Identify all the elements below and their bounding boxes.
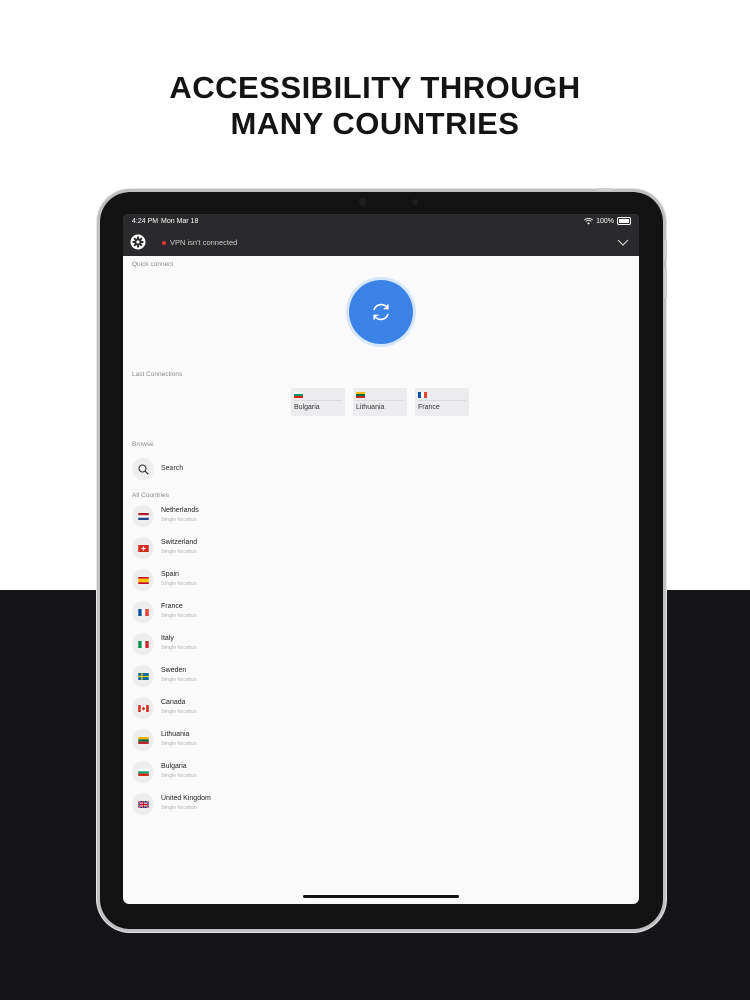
search-label: Search — [161, 465, 184, 472]
search-icon-circle — [132, 458, 154, 480]
lithuania-flag-icon — [137, 736, 149, 744]
country-subtitle: Single location — [161, 709, 197, 715]
flag-circle — [132, 761, 154, 783]
country-item-bulgaria[interactable]: Bulgaria Single location — [132, 759, 432, 785]
country-item-canada[interactable]: Canada Single location — [132, 695, 432, 721]
united-kingdom-flag-icon — [137, 800, 149, 808]
country-name: France — [161, 603, 183, 610]
recent-connection-france[interactable]: France — [415, 388, 469, 416]
country-item-sweden[interactable]: Sweden Single location — [132, 663, 432, 689]
flag-circle — [132, 537, 154, 559]
sensor — [412, 199, 418, 205]
spain-flag-icon — [137, 576, 149, 584]
wifi-icon — [584, 217, 594, 225]
country-item-netherlands[interactable]: Netherlands Single location — [132, 503, 432, 529]
gear-icon[interactable] — [130, 234, 146, 250]
browse-label: Browse — [132, 441, 154, 448]
country-subtitle: Single location — [161, 613, 197, 619]
promo-headline: ACCESSIBILITY THROUGH MANY COUNTRIES — [0, 70, 750, 142]
country-name: Italy — [161, 635, 174, 642]
netherlands-flag-icon — [137, 512, 149, 520]
volume-down-button — [664, 268, 667, 298]
refresh-icon — [373, 303, 389, 321]
flag-circle — [132, 729, 154, 751]
country-subtitle: Single location — [161, 677, 197, 683]
sweden-flag-icon — [137, 672, 149, 680]
vpn-status-text: VPN isn't connected — [170, 238, 238, 247]
status-bar: 4:24 PM Mon Mar 18 100% — [123, 214, 639, 230]
recent-connection-label: Bulgaria — [294, 404, 320, 411]
status-right: 100% — [584, 217, 631, 225]
country-subtitle: Single location — [161, 741, 197, 747]
battery-icon — [617, 217, 631, 225]
country-name: United Kingdom — [161, 795, 211, 802]
headline-line-2: MANY COUNTRIES — [230, 106, 520, 141]
home-indicator[interactable] — [303, 895, 459, 898]
flag-circle — [132, 569, 154, 591]
app-screen: 4:24 PM Mon Mar 18 100% VPN isn't connec… — [123, 214, 639, 904]
all-countries-label: All Countries — [132, 492, 169, 499]
country-subtitle: Single location — [161, 773, 197, 779]
vpn-status-dot — [162, 241, 166, 245]
country-subtitle: Single location — [161, 805, 197, 811]
chevron-down-icon[interactable] — [617, 236, 629, 248]
country-name: Netherlands — [161, 507, 199, 514]
recent-connection-bulgaria[interactable]: Bulgaria — [291, 388, 345, 416]
volume-up-button — [664, 240, 667, 260]
flag-circle — [132, 793, 154, 815]
bulgaria-flag-icon — [137, 768, 149, 776]
battery-percent: 100% — [596, 217, 614, 225]
card-divider — [418, 400, 466, 401]
country-subtitle: Single location — [161, 581, 197, 587]
country-item-lithuania[interactable]: Lithuania Single location — [132, 727, 432, 753]
switzerland-flag-icon — [137, 544, 149, 552]
country-item-france[interactable]: France Single location — [132, 599, 432, 625]
country-subtitle: Single location — [161, 549, 197, 555]
country-name: Lithuania — [161, 731, 190, 738]
status-time: 4:24 PM — [132, 218, 159, 225]
lithuania-flag-icon — [356, 392, 365, 398]
card-divider — [294, 400, 342, 401]
country-item-italy[interactable]: Italy Single location — [132, 631, 432, 657]
country-name: Spain — [161, 571, 179, 578]
search-button[interactable]: Search — [132, 458, 332, 480]
status-date: Mon Mar 18 — [161, 218, 199, 225]
country-name: Canada — [161, 699, 186, 706]
country-item-spain[interactable]: Spain Single location — [132, 567, 432, 593]
flag-circle — [132, 697, 154, 719]
last-connections-label: Last Connections — [132, 371, 183, 378]
france-flag-icon — [137, 608, 149, 616]
search-icon — [137, 463, 149, 475]
italy-flag-icon — [137, 640, 149, 648]
top-bar: VPN isn't connected — [123, 230, 639, 256]
france-flag-icon — [418, 392, 427, 398]
quick-connect-label: Quick connect — [132, 261, 174, 268]
quick-connect-button[interactable] — [349, 280, 413, 344]
country-subtitle: Single location — [161, 517, 197, 523]
top-button — [597, 188, 613, 191]
front-camera — [359, 198, 367, 206]
flag-circle — [132, 665, 154, 687]
country-item-switzerland[interactable]: Switzerland Single location — [132, 535, 432, 561]
country-name: Sweden — [161, 667, 187, 674]
country-name: Bulgaria — [161, 763, 187, 770]
recent-connection-lithuania[interactable]: Lithuania — [353, 388, 407, 416]
country-subtitle: Single location — [161, 645, 197, 651]
flag-circle — [132, 505, 154, 527]
country-item-united-kingdom[interactable]: United Kingdom Single location — [132, 791, 432, 817]
flag-circle — [132, 633, 154, 655]
canada-flag-icon — [137, 704, 149, 712]
recent-connection-label: France — [418, 404, 440, 411]
headline-line-1: ACCESSIBILITY THROUGH — [169, 70, 581, 105]
card-divider — [356, 400, 404, 401]
flag-circle — [132, 601, 154, 623]
bulgaria-flag-icon — [294, 392, 303, 398]
last-connections-list: Bulgaria Lithuania France — [291, 388, 469, 416]
recent-connection-label: Lithuania — [356, 404, 385, 411]
country-name: Switzerland — [161, 539, 198, 546]
